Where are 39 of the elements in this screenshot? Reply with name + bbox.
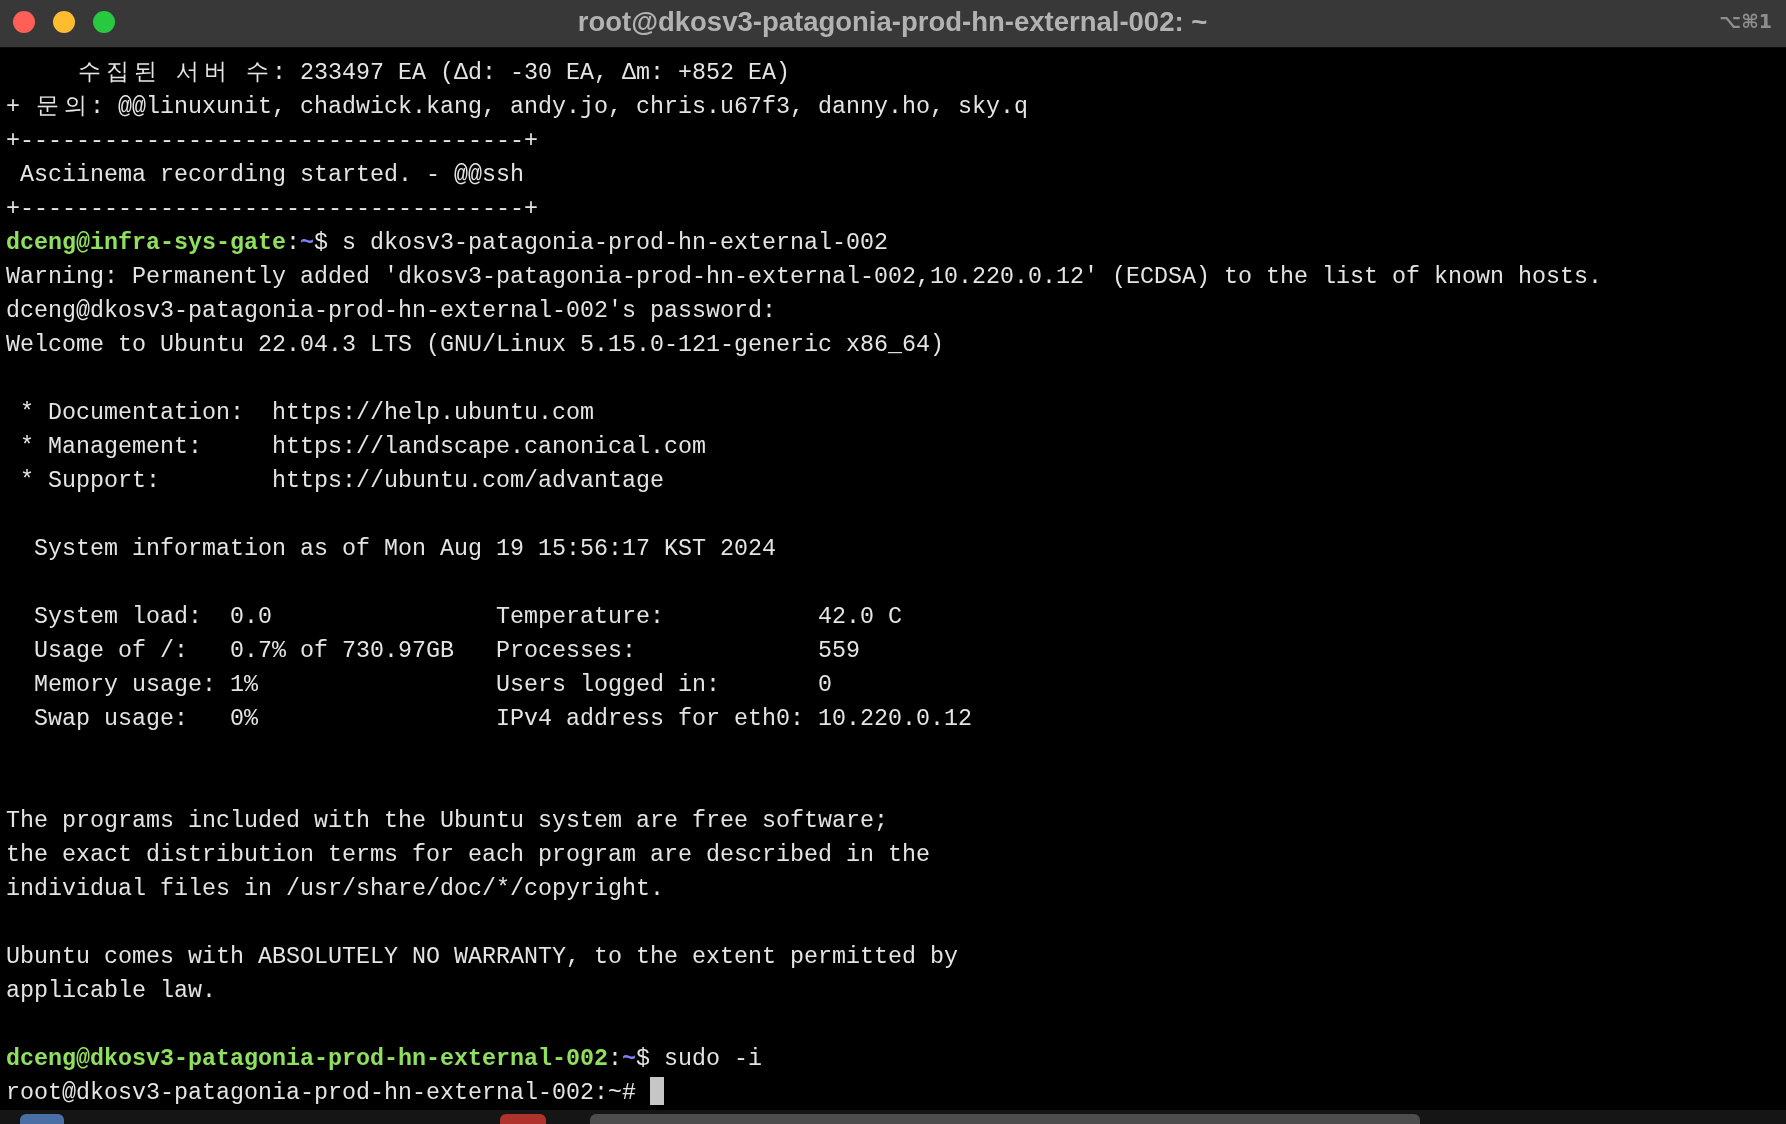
prompt-separator: :	[607, 1046, 622, 1072]
output-line: Swap usage: 0% IPv4 address for eth0: 10.220.0.12	[33, 706, 972, 732]
output-line: the exact distribution terms for each program are described in the	[6, 842, 930, 868]
prompt-user-host: dceng@dkosv3-patagonia-prod-hn-external-002	[6, 1046, 608, 1072]
command-text: s dkosv3-patagonia-prod-hn-external-002	[341, 230, 888, 256]
output-line: System load: 0.0 Temperature: 42.0 C	[33, 604, 902, 630]
output-line: Asciinema recording started. - @@ssh	[19, 162, 524, 188]
prompt-symbol: $	[635, 1046, 650, 1072]
output-line: Warning: Permanently added 'dkosv3-patagonia-prod-hn-external-002,10.220.0.12' (ECDSA) to the list of known hosts.	[6, 264, 1602, 290]
output-line: Ubuntu comes with ABSOLUTELY NO WARRANTY, to the extent permitted by	[6, 944, 958, 970]
window-title: root@dkosv3-patagonia-prod-hn-external-002: ~	[576, 5, 1209, 38]
dock-icon[interactable]	[20, 1114, 64, 1124]
command-text: sudo -i	[663, 1046, 762, 1072]
output-line: applicable law.	[6, 978, 216, 1004]
prompt-symbol: $	[314, 230, 328, 256]
output-line: +------------------------------------+	[6, 128, 538, 154]
output-line: Memory usage: 1% Users logged in: 0	[33, 672, 832, 698]
output-line: Usage of /: 0.7% of 730.97GB Processes: 559	[33, 638, 860, 664]
output-line: * Support: https://ubuntu.com/advantage	[19, 468, 664, 494]
prompt-user-host: dceng@infra-sys-gate	[6, 230, 286, 256]
output-line: * Documentation: https://help.ubuntu.com	[19, 400, 594, 426]
dock-icon[interactable]	[500, 1114, 546, 1124]
output-line: + 문의: @@linuxunit, chadwick.kang, andy.jo, chris.u67f3, danny.ho, sky.q	[6, 94, 1028, 120]
output-line: dceng@dkosv3-patagonia-prod-hn-external-002's password:	[6, 298, 776, 324]
output-line: System information as of Mon Aug 19 15:56:17 KST 2024	[33, 536, 776, 562]
output-line: individual files in /usr/share/doc/*/copyright.	[6, 876, 664, 902]
output-line: +------------------------------------+	[6, 196, 538, 222]
output-line: The programs included with the Ubuntu system are free software;	[6, 808, 888, 834]
minimize-button[interactable]	[53, 11, 75, 33]
output-line: 수집된 서버 수: 233497 EA (Δd: -30 EA, Δm: +852 EA)	[77, 60, 790, 86]
prompt-path: ~	[621, 1046, 636, 1072]
shell-prompt: root@dkosv3-patagonia-prod-hn-external-002:~#	[6, 1080, 636, 1106]
keyboard-shortcut-label: ⌥⌘1	[1719, 9, 1772, 32]
prompt-path: ~	[300, 230, 314, 256]
prompt-separator: :	[286, 230, 300, 256]
output-line: Welcome to Ubuntu 22.04.3 LTS (GNU/Linux 5.15.0-121-generic x86_64)	[6, 332, 944, 358]
close-button[interactable]	[13, 11, 35, 33]
output-line: * Management: https://landscape.canonical.com	[19, 434, 706, 460]
zoom-button[interactable]	[93, 11, 115, 33]
